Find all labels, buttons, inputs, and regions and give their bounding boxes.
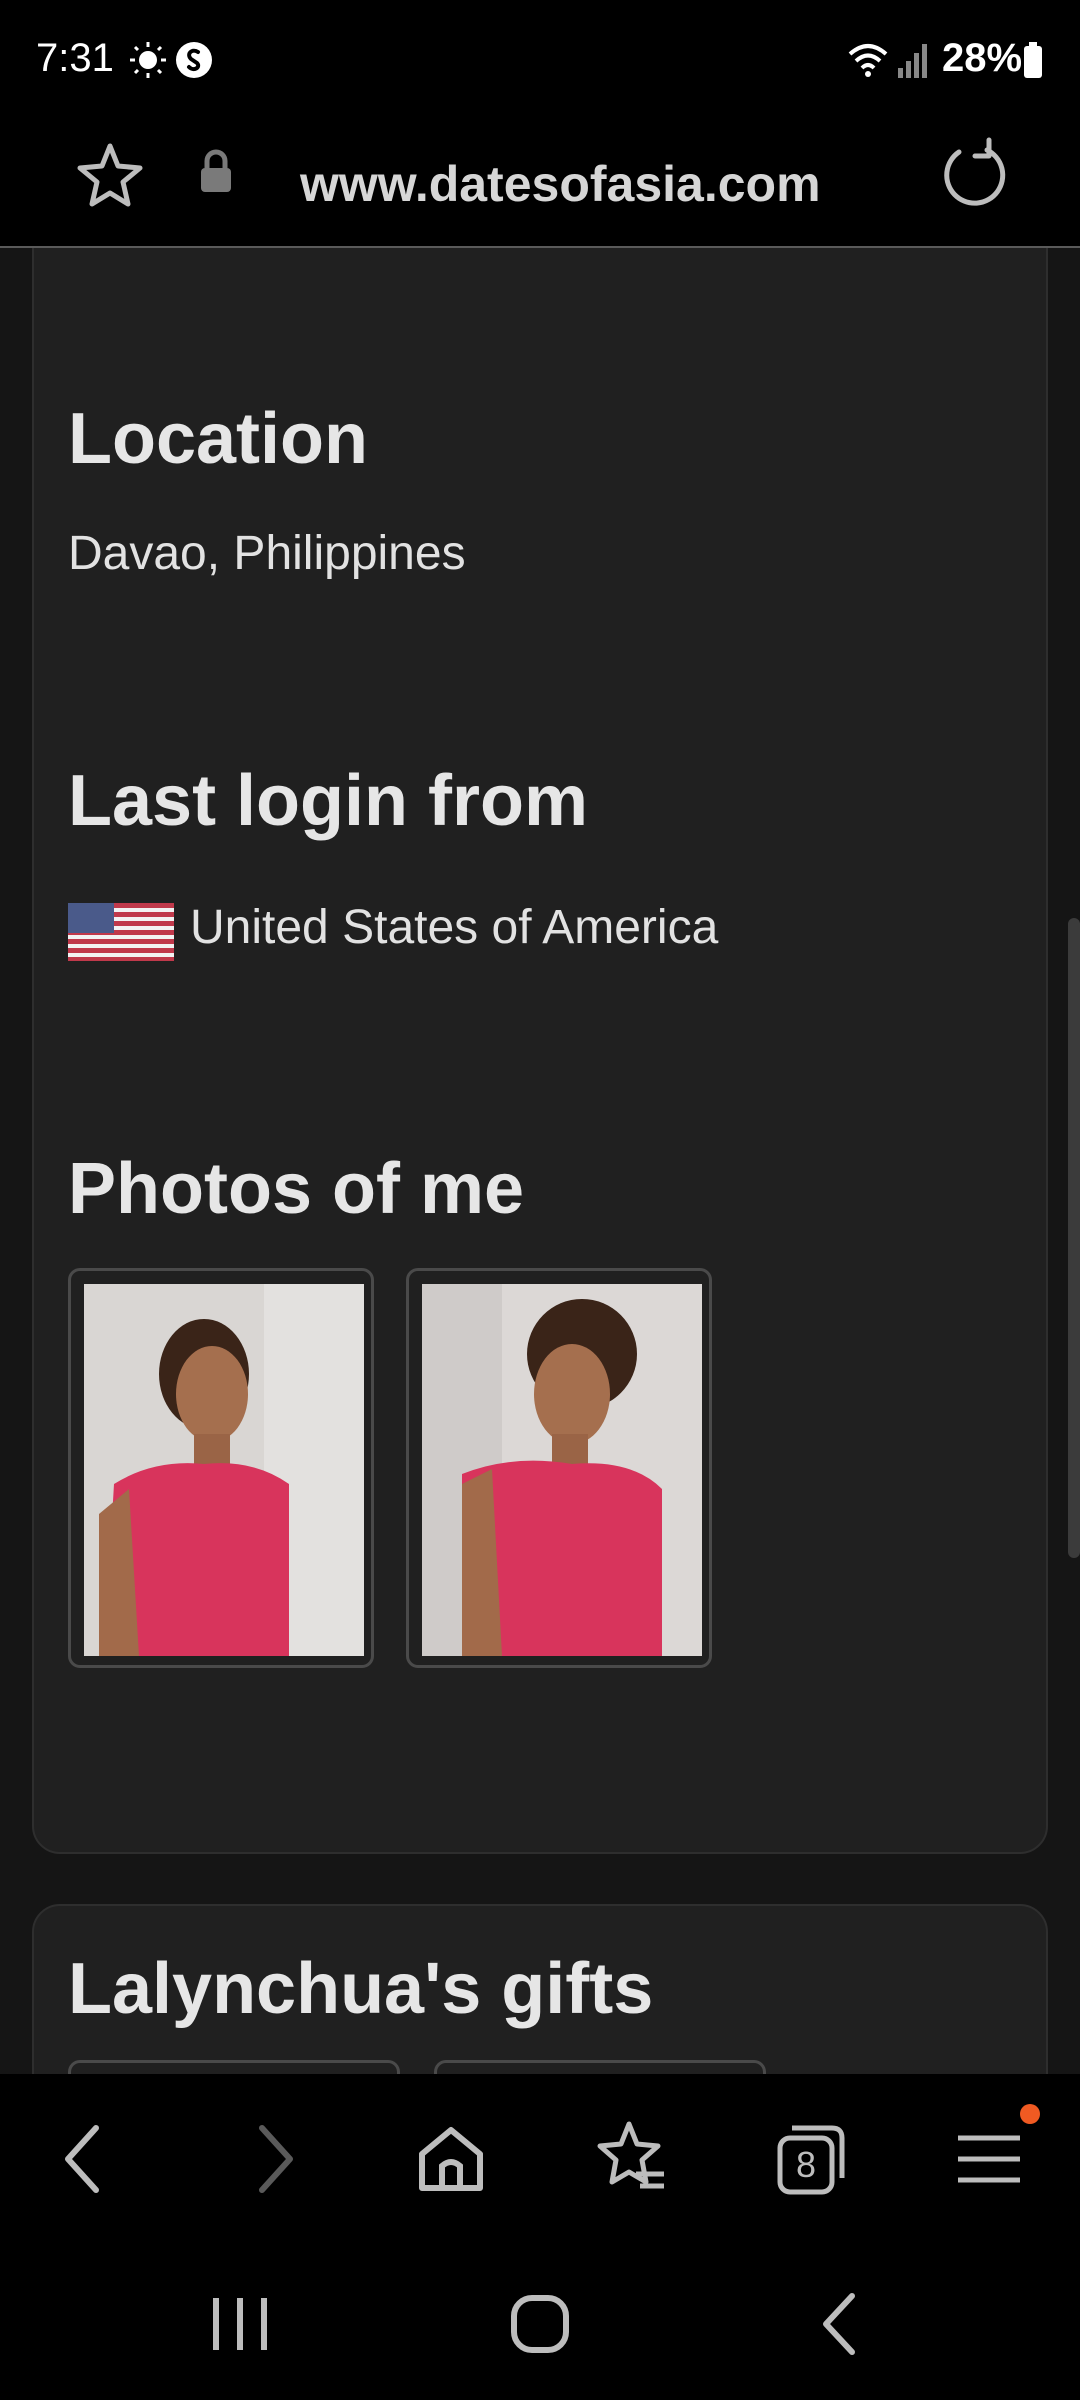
battery-percent: 28% — [942, 36, 1023, 80]
menu-notification-dot — [1020, 2104, 1040, 2124]
bookmark-star-icon[interactable] — [72, 138, 148, 214]
home-icon[interactable] — [406, 2114, 496, 2204]
tabs-button[interactable]: 8 — [766, 2114, 856, 2204]
menu-icon[interactable] — [944, 2114, 1034, 2204]
photos-heading: Photos of me — [68, 1149, 525, 1229]
page-content[interactable]: Location Davao, Philippines Last login f… — [0, 248, 1080, 2074]
system-back-icon[interactable] — [800, 2284, 880, 2364]
wifi-icon — [848, 44, 888, 77]
url-bar: www.datesofasia.com — [0, 122, 1080, 248]
brightness-icon — [130, 42, 166, 78]
page-scrollbar[interactable] — [1068, 918, 1080, 1558]
location-value: Davao, Philippines — [68, 527, 466, 580]
profile-photo-2[interactable] — [406, 1268, 712, 1668]
reload-icon[interactable] — [935, 136, 1015, 216]
shazam-icon — [176, 42, 212, 78]
photo-1-image — [84, 1284, 364, 1656]
us-flag-icon — [68, 903, 174, 961]
gift-item[interactable] — [68, 2060, 400, 2074]
home-circle-icon[interactable] — [500, 2284, 580, 2364]
lock-icon — [201, 149, 231, 192]
browser-bottom-nav: 8 — [0, 2074, 1080, 2244]
system-nav-bar — [0, 2244, 1080, 2400]
status-time: 7:31 — [36, 36, 114, 80]
status-bar: 7:31 28% — [0, 0, 1080, 122]
battery-icon — [1024, 42, 1042, 78]
tab-count: 8 — [795, 2144, 817, 2185]
photo-2-image — [422, 1284, 702, 1656]
gifts-heading: Lalynchua's gifts — [68, 1949, 654, 2029]
profile-photo-1[interactable] — [68, 1268, 374, 1668]
url-text[interactable]: www.datesofasia.com — [300, 142, 880, 226]
last-login-country: United States of America — [190, 901, 719, 954]
gift-item[interactable] — [434, 2060, 766, 2074]
signal-icon — [898, 44, 927, 78]
location-heading: Location — [68, 399, 368, 479]
last-login-heading: Last login from — [68, 761, 588, 841]
bookmarks-icon[interactable] — [584, 2114, 674, 2204]
back-icon[interactable] — [42, 2114, 132, 2204]
forward-icon[interactable] — [226, 2114, 316, 2204]
recents-icon[interactable] — [200, 2284, 280, 2364]
